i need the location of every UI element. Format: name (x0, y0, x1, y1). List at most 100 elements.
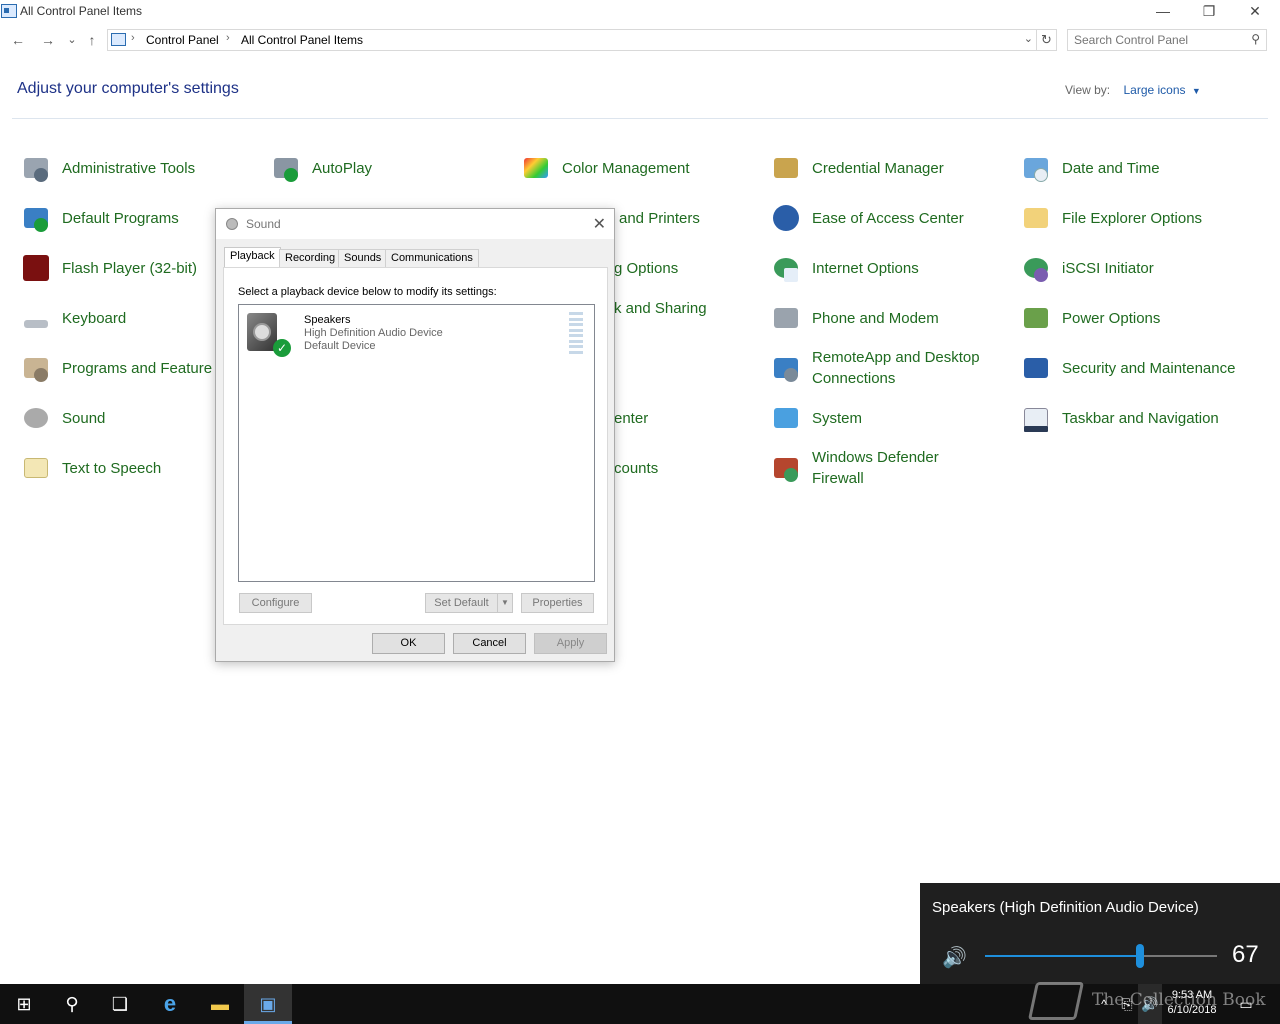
task-view-button[interactable]: ❏ (96, 984, 144, 1024)
configure-button[interactable]: Configure (239, 593, 312, 613)
volume-level: 67 (1232, 941, 1259, 968)
search-icon[interactable]: ⚲ (1251, 32, 1260, 46)
device-status: Default Device (304, 340, 376, 352)
flyout-device-name[interactable]: Speakers (High Definition Audio Device) (932, 899, 1199, 916)
cancel-button[interactable]: Cancel (453, 633, 526, 654)
cp-item-remoteapp[interactable]: RemoteApp and Desktop Connections (768, 347, 980, 389)
start-button[interactable]: ⊞ (0, 984, 48, 1024)
control-panel-icon (1, 4, 17, 18)
ok-button[interactable]: OK (372, 633, 445, 654)
set-default-button[interactable]: Set Default (425, 593, 498, 613)
cp-item-system[interactable]: System (768, 397, 862, 439)
cp-item-administrative-tools[interactable]: Administrative Tools (18, 147, 195, 189)
cp-item-file-explorer-options[interactable]: File Explorer Options (1018, 197, 1202, 239)
power-options-icon (1020, 302, 1052, 334)
divider (12, 118, 1268, 119)
close-button[interactable]: ✕ (1232, 0, 1278, 24)
device-description: High Definition Audio Device (304, 327, 443, 339)
cp-item-autoplay[interactable]: AutoPlay (268, 147, 372, 189)
page-title: Adjust your computer's settings (17, 80, 239, 97)
taskbar-and-navigation-icon (1020, 402, 1052, 434)
search-box[interactable]: ⚲ (1067, 29, 1267, 51)
speaker-icon: ✓ (247, 313, 291, 357)
volume-flyout: Speakers (High Definition Audio Device) … (920, 883, 1280, 984)
refresh-button[interactable]: ↻ (1037, 29, 1057, 51)
cp-item-sync-center[interactable]: enter (614, 397, 648, 439)
keyboard-icon (20, 302, 52, 334)
restore-button[interactable]: ❐ (1186, 0, 1232, 24)
chevron-down-icon[interactable]: ▼ (1192, 86, 1201, 96)
internet-options-icon (770, 252, 802, 284)
cp-item-credential-manager[interactable]: Credential Manager (768, 147, 944, 189)
cp-item-network-and-sharing[interactable]: k and Sharing (614, 287, 707, 329)
dialog-close-button[interactable]: ✕ (593, 214, 606, 234)
cp-item-power-options[interactable]: Power Options (1018, 297, 1160, 339)
search-button[interactable]: ⚲ (48, 984, 96, 1024)
device-name[interactable]: Speakers (304, 314, 350, 326)
recent-locations-button[interactable]: ⌄ (62, 30, 82, 50)
cp-item-devices-and-printers[interactable]: and Printers (619, 197, 700, 239)
chevron-down-icon[interactable]: ⌄ (1024, 32, 1033, 45)
cp-item-sound[interactable]: Sound (18, 397, 105, 439)
search-input[interactable] (1074, 33, 1244, 47)
cp-item-text-to-speech[interactable]: Text to Speech (18, 447, 161, 489)
cp-item-user-accounts[interactable]: counts (614, 447, 658, 489)
cp-item-phone-and-modem[interactable]: Phone and Modem (768, 297, 939, 339)
title-bar: All Control Panel Items — ❐ ✕ (0, 0, 1280, 24)
minimize-button[interactable]: — (1140, 0, 1186, 24)
cp-item-indexing-options[interactable]: g Options (614, 247, 678, 289)
cp-item-flash-player[interactable]: Flash Player (32-bit) (18, 247, 197, 289)
control-panel-icon (111, 33, 126, 46)
forward-button[interactable]: → (38, 30, 58, 50)
watermark-book-icon (1027, 982, 1085, 1020)
remoteapp-icon (770, 352, 802, 384)
instruction-text: Select a playback device below to modify… (238, 286, 497, 298)
default-check-icon: ✓ (273, 339, 291, 357)
tab-playback[interactable]: Playback (224, 247, 281, 268)
cp-item-ease-of-access[interactable]: Ease of Access Center (768, 197, 964, 239)
iscsi-initiator-icon (1020, 252, 1052, 284)
autoplay-icon (270, 152, 302, 184)
breadcrumb-control-panel[interactable]: Control Panel (146, 33, 219, 47)
tab-communications[interactable]: Communications (385, 249, 479, 267)
view-by: View by: Large icons ▼ (1065, 83, 1201, 97)
properties-button[interactable]: Properties (521, 593, 594, 613)
volume-slider[interactable] (985, 944, 1217, 968)
back-button[interactable]: ← (8, 30, 28, 50)
cp-item-taskbar-and-navigation[interactable]: Taskbar and Navigation (1018, 397, 1219, 439)
cp-item-default-programs[interactable]: Default Programs (18, 197, 179, 239)
speaker-icon[interactable]: 🔊 (942, 945, 967, 970)
cp-item-date-and-time[interactable]: Date and Time (1018, 147, 1160, 189)
file-explorer-options-icon (1020, 202, 1052, 234)
set-default-dropdown[interactable]: ▼ (497, 593, 513, 613)
flash-player-icon (20, 252, 52, 284)
cp-item-keyboard[interactable]: Keyboard (18, 297, 126, 339)
volume-slider-thumb[interactable] (1136, 944, 1144, 968)
breadcrumb-all-items[interactable]: All Control Panel Items (241, 33, 363, 47)
cp-item-color-management[interactable]: Color Management (518, 147, 690, 189)
device-list[interactable]: ✓ Speakers High Definition Audio Device … (238, 304, 595, 582)
apply-button[interactable]: Apply (534, 633, 607, 654)
cp-item-iscsi-initiator[interactable]: iSCSI Initiator (1018, 247, 1154, 289)
security-and-maintenance-icon (1020, 352, 1052, 384)
date-and-time-icon (1020, 152, 1052, 184)
cp-item-windows-defender-firewall[interactable]: Windows Defender Firewall (768, 447, 939, 489)
internet-explorer-icon[interactable]: e (146, 984, 194, 1024)
tab-recording[interactable]: Recording (279, 249, 342, 267)
control-panel-taskbar-icon[interactable]: ▣ (244, 984, 292, 1024)
level-meter (569, 312, 583, 354)
file-explorer-icon[interactable]: ▬ (196, 984, 244, 1024)
view-by-dropdown[interactable]: Large icons (1123, 83, 1185, 97)
taskbar: ⊞ ⚲ ❏ e ▬ ▣ ^ ⎘ 🔊 9:53 AM 6/10/2018 ▭ (0, 984, 1280, 1024)
default-programs-icon (20, 202, 52, 234)
breadcrumb-separator: › (226, 32, 230, 44)
up-button[interactable]: ↑ (82, 30, 102, 50)
cp-item-programs-and-features[interactable]: Programs and Feature (18, 347, 212, 389)
breadcrumb-separator: › (131, 32, 135, 44)
watermark: The Collection Book (1092, 990, 1266, 1010)
sound-icon (226, 218, 238, 230)
cp-item-security-and-maintenance[interactable]: Security and Maintenance (1018, 347, 1235, 389)
tab-sounds[interactable]: Sounds (338, 249, 388, 267)
cp-item-internet-options[interactable]: Internet Options (768, 247, 919, 289)
address-bar[interactable]: › Control Panel › All Control Panel Item… (107, 29, 1037, 51)
